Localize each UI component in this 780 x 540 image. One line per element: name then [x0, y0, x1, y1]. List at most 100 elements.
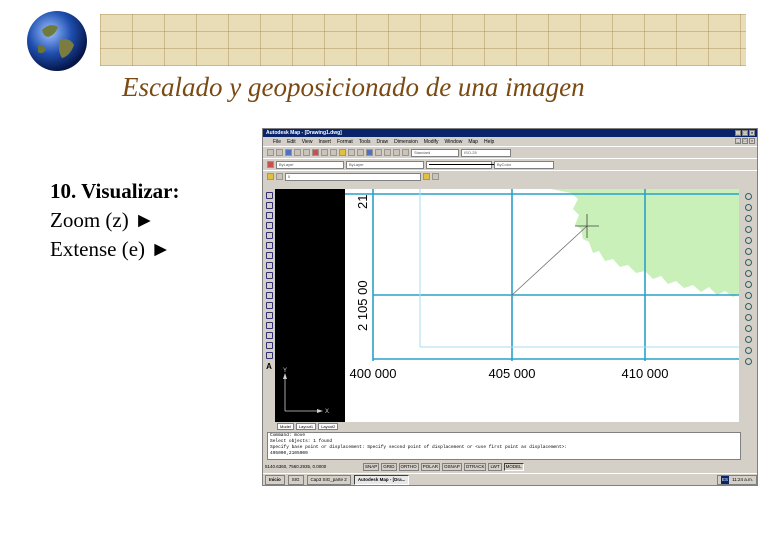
tab-model[interactable]: Model — [277, 422, 294, 430]
polyline-icon[interactable] — [265, 212, 273, 219]
break-icon[interactable] — [744, 314, 752, 321]
array-icon[interactable] — [744, 237, 752, 244]
minimize-button[interactable]: _ — [735, 130, 741, 136]
region-icon[interactable] — [265, 342, 273, 349]
print-icon[interactable] — [294, 149, 301, 156]
mirror-icon[interactable] — [744, 215, 752, 222]
preview-icon[interactable] — [303, 149, 310, 156]
chamfer-icon[interactable] — [744, 325, 752, 332]
menu-help[interactable]: Help — [484, 139, 494, 145]
arc-icon[interactable] — [265, 242, 273, 249]
point-icon[interactable] — [265, 322, 273, 329]
x-label-405000: 405 000 — [489, 366, 536, 381]
save-icon[interactable] — [285, 149, 292, 156]
insert-block-icon[interactable] — [265, 302, 273, 309]
osnap-toggle[interactable]: OSNAP — [441, 462, 462, 471]
match-properties-icon[interactable] — [339, 149, 346, 156]
new-icon[interactable] — [267, 149, 274, 156]
copy-object-icon[interactable] — [744, 204, 752, 211]
text-style-select[interactable]: Standard — [411, 148, 459, 157]
extend-icon[interactable] — [744, 303, 752, 310]
polygon-icon[interactable] — [265, 222, 273, 229]
multiline-text-icon[interactable]: A — [266, 362, 272, 371]
menu-view[interactable]: View — [302, 139, 313, 145]
move-icon[interactable] — [744, 248, 752, 255]
maximize-button[interactable]: □ — [742, 130, 748, 136]
lineweight-select[interactable] — [426, 160, 499, 169]
linetype-select[interactable]: ByLayer — [346, 160, 424, 169]
open-icon[interactable] — [276, 149, 283, 156]
previous-layer-icon[interactable] — [432, 173, 439, 180]
snap-toggle[interactable]: SNAP — [363, 462, 380, 471]
make-block-icon[interactable] — [265, 312, 273, 319]
menu-edit[interactable]: Edit — [287, 139, 296, 145]
paste-icon[interactable] — [330, 149, 337, 156]
doc-minimize-button[interactable]: _ — [735, 138, 741, 144]
taskbar-item-sig[interactable]: SIG — [287, 475, 304, 485]
ortho-toggle[interactable]: ORTHO — [398, 462, 419, 471]
menu-map[interactable]: Map — [468, 139, 478, 145]
taskbar-item-autodesk-map[interactable]: Autodesk Map - [Dra... — [353, 475, 410, 485]
stretch-icon[interactable] — [744, 281, 752, 288]
scroll-down-icon[interactable] — [744, 358, 752, 365]
menu-insert[interactable]: Insert — [318, 139, 331, 145]
zoom-icon[interactable] — [375, 149, 382, 156]
menu-format[interactable]: Format — [337, 139, 353, 145]
offset-icon[interactable] — [744, 226, 752, 233]
redo-icon[interactable] — [357, 149, 364, 156]
make-current-icon[interactable] — [423, 173, 430, 180]
circle-icon[interactable] — [265, 252, 273, 259]
polar-toggle[interactable]: POLAR — [420, 462, 440, 471]
erase-icon[interactable] — [744, 193, 752, 200]
otrack-toggle[interactable]: OTRACK — [463, 462, 487, 471]
close-button[interactable]: × — [749, 130, 755, 136]
menu-modify[interactable]: Modify — [424, 139, 439, 145]
design-center-icon[interactable] — [393, 149, 400, 156]
pan-icon[interactable] — [366, 149, 373, 156]
color-select[interactable]: ByLayer — [276, 160, 344, 169]
dim-style-select[interactable]: ISO-25 — [461, 148, 511, 157]
model-space-canvas[interactable]: 21 2 105 00 400 000 405 000 410 000 — [345, 189, 739, 422]
doc-close-button[interactable]: × — [749, 138, 755, 144]
layer-select[interactable]: 0 — [285, 172, 421, 181]
ellipse-icon[interactable] — [265, 282, 273, 289]
fillet-icon[interactable] — [744, 336, 752, 343]
tab-layout2[interactable]: Layout2 — [318, 422, 339, 430]
table-icon[interactable] — [265, 352, 273, 359]
properties-icon[interactable] — [384, 149, 391, 156]
lwt-toggle[interactable]: LWT — [488, 462, 502, 471]
layer-freeze-icon[interactable] — [276, 173, 283, 180]
grid-toggle[interactable]: GRID — [381, 462, 397, 471]
explode-icon[interactable] — [744, 347, 752, 354]
start-button[interactable]: Inicio — [265, 475, 285, 485]
ellipse-arc-icon[interactable] — [265, 292, 273, 299]
undo-icon[interactable] — [348, 149, 355, 156]
plot-style-select[interactable]: ByColor — [494, 160, 554, 169]
clock: 11:24 a.m. — [732, 477, 753, 482]
trim-icon[interactable] — [744, 292, 752, 299]
menu-dimension[interactable]: Dimension — [394, 139, 418, 145]
line-icon[interactable] — [265, 192, 273, 199]
model-toggle[interactable]: MODEL — [503, 462, 524, 471]
menu-tools[interactable]: Tools — [359, 139, 371, 145]
cut-icon[interactable] — [312, 149, 319, 156]
scale-icon[interactable] — [744, 270, 752, 277]
hatch-icon[interactable] — [265, 332, 273, 339]
taskbar-item-cap3[interactable]: Cap3 SIG_parte 2 — [306, 475, 351, 485]
help-icon[interactable] — [402, 149, 409, 156]
language-indicator[interactable]: ES — [721, 476, 730, 484]
rotate-icon[interactable] — [744, 259, 752, 266]
layer-on-icon[interactable] — [267, 173, 274, 180]
construction-line-icon[interactable] — [265, 202, 273, 209]
spline-icon[interactable] — [265, 272, 273, 279]
menu-window[interactable]: Window — [445, 139, 463, 145]
menu-draw[interactable]: Draw — [376, 139, 388, 145]
layer-manager-icon[interactable] — [267, 161, 274, 168]
menu-file[interactable]: File — [273, 139, 281, 145]
doc-maximize-button[interactable]: □ — [742, 138, 748, 144]
tab-layout1[interactable]: Layout1 — [295, 422, 317, 430]
rectangle-icon[interactable] — [265, 232, 273, 239]
command-window[interactable]: Command: move Select objects: 1 found Sp… — [267, 432, 741, 460]
revision-cloud-icon[interactable] — [265, 262, 273, 269]
copy-icon[interactable] — [321, 149, 328, 156]
